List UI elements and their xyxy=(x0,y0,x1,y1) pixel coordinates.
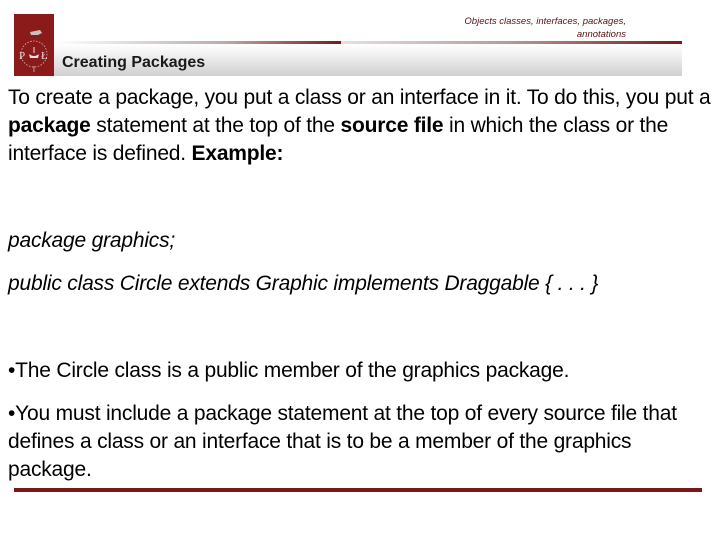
bullet-text: You must include a package statement at … xyxy=(8,402,677,481)
crest-icon: P Ł xyxy=(14,14,54,76)
slide-title: Creating Packages xyxy=(62,54,206,71)
university-logo: P Ł xyxy=(14,14,54,76)
intro-text-2: statement at the top of the xyxy=(90,114,341,137)
course-caption: Objects classes, interfaces, packages, a… xyxy=(386,15,626,41)
intro-paragraph: To create a package, you put a class or … xyxy=(8,84,713,168)
intro-bold-source-file: source file xyxy=(340,114,444,137)
logo-letter-right: Ł xyxy=(41,50,48,62)
intro-bold-example: Example: xyxy=(191,142,284,165)
bullet-item: •You must include a package statement at… xyxy=(8,400,713,484)
code-line-package: package graphics; xyxy=(8,229,176,252)
bullet-item: •The Circle class is a public member of … xyxy=(8,357,713,385)
bullet-text: The Circle class is a public member of t… xyxy=(15,359,570,382)
footer-rule xyxy=(14,488,702,492)
caption-line-2: annotations xyxy=(576,29,626,40)
intro-text-1: To create a package, you put a class or … xyxy=(8,86,711,109)
code-line-class: public class Circle extends Graphic impl… xyxy=(8,272,599,295)
logo-letter-left: P xyxy=(19,50,25,62)
caption-line-1: Objects classes, interfaces, packages, xyxy=(464,16,626,27)
intro-bold-package: package xyxy=(8,114,91,137)
